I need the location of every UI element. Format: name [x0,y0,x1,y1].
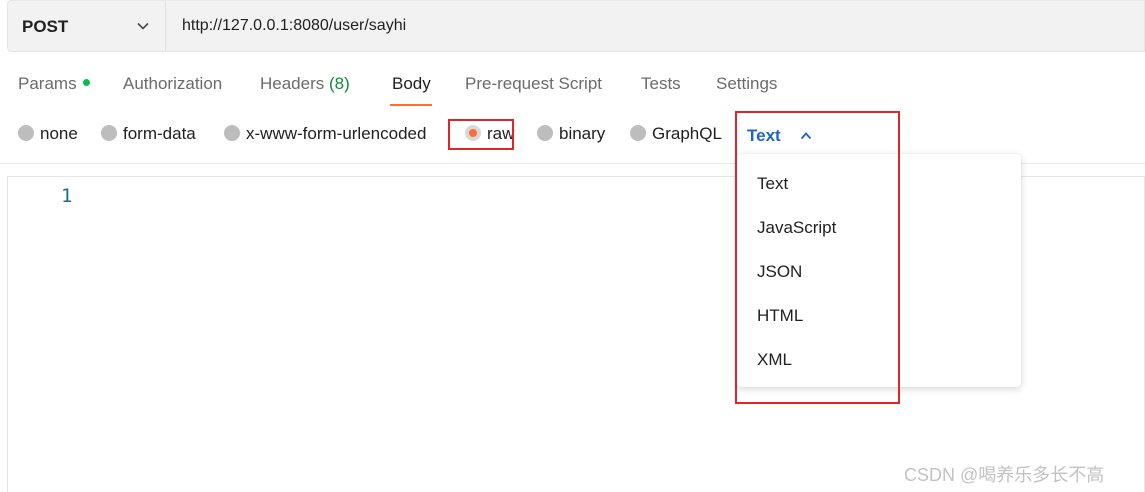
radio-circle-icon [18,125,34,141]
params-status-dot [82,79,90,86]
radio-none-label: none [40,124,78,143]
watermark: CSDN @喝养乐多长不高 [904,465,1105,485]
request-bar: POST http://127.0.0.1:8080/user/sayhi [7,0,1145,52]
radio-x-www-form-urlencoded[interactable]: x-www-form-urlencoded [224,124,426,146]
radio-graphql[interactable]: GraphQL [630,124,722,146]
radio-selected-icon [465,125,481,141]
tab-settings[interactable]: Settings [716,74,777,94]
active-tab-indicator [390,104,432,106]
radio-circle-icon [630,125,646,141]
radio-form-data-label: form-data [123,124,196,143]
radio-circle-icon [537,125,553,141]
tab-params[interactable]: Params [18,74,90,94]
format-option-html[interactable]: HTML [757,306,803,326]
tab-headers-label: Headers [260,74,325,93]
radio-none[interactable]: none [18,124,78,146]
radio-circle-icon [101,125,117,141]
radio-binary-label: binary [559,124,606,143]
radio-urlencoded-label: x-www-form-urlencoded [246,124,427,143]
format-option-xml[interactable]: XML [757,350,792,370]
format-dropdown-menu: Text JavaScript JSON HTML XML [737,154,1021,387]
headers-count-badge: (8) [329,74,350,93]
format-select[interactable]: Text [747,126,781,146]
radio-raw[interactable]: raw [465,124,514,146]
line-number: 1 [61,185,73,207]
radio-raw-label: raw [487,124,515,143]
chevron-up-icon[interactable] [800,131,812,141]
radio-graphql-label: GraphQL [652,124,722,143]
tab-body[interactable]: Body [392,74,431,94]
method-select[interactable]: POST [8,1,166,51]
method-label: POST [22,17,69,36]
format-option-text[interactable]: Text [757,174,788,194]
tab-pre-request-script[interactable]: Pre-request Script [465,74,602,94]
format-option-javascript[interactable]: JavaScript [757,218,836,238]
tab-authorization[interactable]: Authorization [123,74,222,94]
url-input[interactable]: http://127.0.0.1:8080/user/sayhi [182,17,406,35]
tab-params-label: Params [18,74,77,93]
tab-headers[interactable]: Headers (8) [260,74,350,94]
radio-binary[interactable]: binary [537,124,605,146]
radio-circle-icon [224,125,240,141]
chevron-down-icon [137,22,149,30]
tab-tests[interactable]: Tests [641,74,681,94]
format-option-json[interactable]: JSON [757,262,802,282]
radio-form-data[interactable]: form-data [101,124,196,146]
